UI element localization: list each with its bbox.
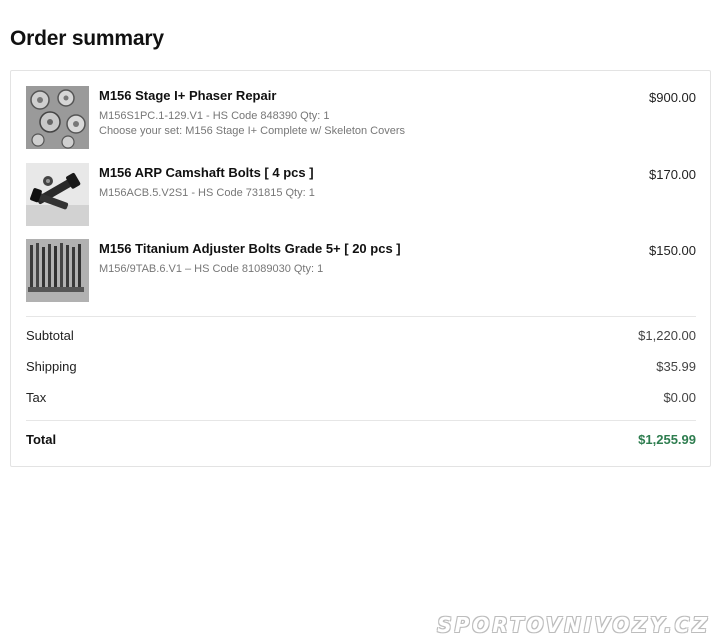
item-meta: M156ACB.5.V2S1 - HS Code 731815 Qty: 1: [99, 186, 315, 201]
item-sku-line: M156S1PC.1-129.V1 - HS Code 848390 Qty: …: [99, 110, 330, 122]
watermark: SPORTOVNIVOZY.CZ: [437, 613, 710, 637]
page-title: Order summary: [10, 27, 164, 50]
item-price: $900.00: [649, 90, 696, 105]
item-name[interactable]: M156 Stage I+ Phaser Repair: [99, 88, 276, 103]
item-price: $150.00: [649, 243, 696, 258]
line-item[interactable]: M156 Stage I+ Phaser Repair M156S1PC.1-1…: [26, 86, 696, 150]
subtotal-row: Subtotal $1,220.00: [26, 328, 696, 346]
item-price: $170.00: [649, 167, 696, 182]
camshaft-bolts-image: [26, 163, 89, 226]
tax-label: Tax: [26, 390, 47, 405]
subtotal-value: $1,220.00: [638, 328, 696, 343]
shipping-value: $35.99: [656, 359, 696, 374]
order-summary-card: M156 Stage I+ Phaser Repair M156S1PC.1-1…: [10, 70, 711, 467]
line-item[interactable]: M156 Titanium Adjuster Bolts Grade 5+ [ …: [26, 239, 696, 303]
titanium-bolts-image: [26, 239, 89, 302]
item-option-line: Choose your set: M156 Stage I+ Complete …: [99, 125, 406, 137]
item-name[interactable]: M156 ARP Camshaft Bolts [ 4 pcs ]: [99, 165, 314, 180]
item-sku-line: M156/9TAB.6.V1 – HS Code 81089030 Qty: 1: [99, 263, 324, 275]
total-label: Total: [26, 432, 57, 447]
shipping-row: Shipping $35.99: [26, 359, 696, 377]
line-item[interactable]: M156 ARP Camshaft Bolts [ 4 pcs ] M156AC…: [26, 163, 696, 227]
item-sku-line: M156ACB.5.V2S1 - HS Code 731815 Qty: 1: [99, 187, 315, 199]
total-value: $1,255.99: [638, 432, 696, 447]
tax-value: $0.00: [663, 390, 696, 405]
divider: [26, 420, 696, 421]
item-name[interactable]: M156 Titanium Adjuster Bolts Grade 5+ [ …: [99, 241, 401, 256]
phaser-parts-image: [26, 86, 89, 149]
subtotal-label: Subtotal: [26, 328, 74, 343]
divider: [26, 316, 696, 317]
tax-row: Tax $0.00: [26, 390, 696, 408]
total-row: Total $1,255.99: [26, 432, 696, 450]
item-meta: M156/9TAB.6.V1 – HS Code 81089030 Qty: 1: [99, 262, 323, 277]
shipping-label: Shipping: [26, 359, 77, 374]
item-meta: M156S1PC.1-129.V1 - HS Code 848390 Qty: …: [99, 109, 405, 139]
